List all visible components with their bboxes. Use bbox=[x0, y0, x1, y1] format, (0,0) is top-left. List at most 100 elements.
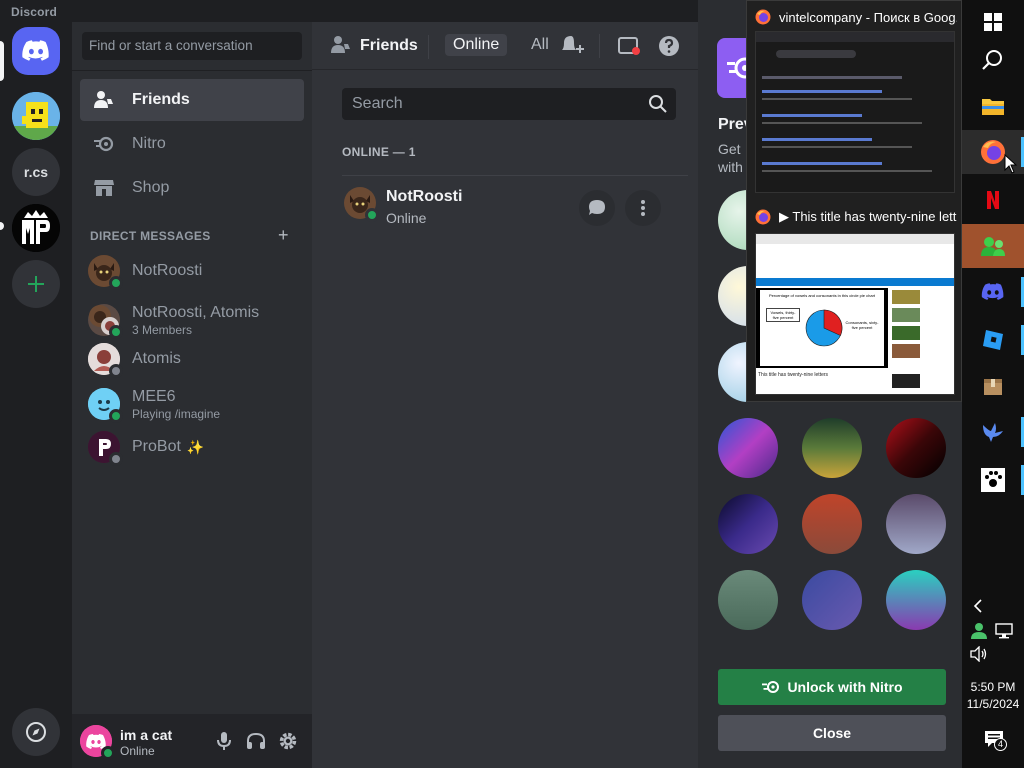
close-button[interactable]: Close bbox=[718, 715, 946, 751]
windows-logo-icon bbox=[984, 13, 1002, 31]
thumb-line bbox=[762, 76, 902, 79]
dm-name: Atomis bbox=[132, 350, 181, 367]
file-explorer-button[interactable] bbox=[962, 84, 1024, 128]
thumb-searchbox bbox=[776, 50, 856, 58]
user-settings-button[interactable] bbox=[276, 729, 300, 753]
home-button[interactable] bbox=[12, 27, 60, 75]
friend-row[interactable]: NotRoosti Online bbox=[342, 182, 688, 244]
server-icon-3[interactable] bbox=[12, 204, 60, 252]
bird-app-button[interactable] bbox=[962, 410, 1024, 454]
theme-swatch[interactable] bbox=[718, 570, 778, 630]
thumb-line bbox=[762, 138, 872, 141]
discover-button[interactable] bbox=[12, 708, 60, 756]
friends-search-input[interactable]: Search bbox=[342, 88, 676, 120]
dm-item-atomis[interactable]: Atomis bbox=[80, 337, 304, 381]
online-count-header: ONLINE — 1 bbox=[342, 145, 416, 159]
server-icon-1[interactable] bbox=[12, 92, 60, 140]
clock[interactable]: 5:50 PM 11/5/2024 bbox=[962, 679, 1024, 713]
microphone-icon bbox=[217, 732, 231, 750]
thumb-line bbox=[762, 122, 922, 124]
dm-name: MEE6 bbox=[132, 387, 176, 405]
friends-topbar: Friends Online All bbox=[312, 22, 698, 70]
panel-text-line2: with bbox=[718, 159, 743, 175]
status-online-indicator bbox=[101, 746, 115, 760]
nav-label-nitro: Nitro bbox=[132, 135, 166, 152]
discord-taskbar-button[interactable] bbox=[962, 270, 1024, 314]
notifications-button[interactable]: 4 bbox=[982, 728, 1007, 751]
panel-text: Get with bbox=[718, 140, 743, 176]
help-icon[interactable] bbox=[657, 34, 681, 58]
meet-now-button[interactable] bbox=[970, 622, 988, 640]
add-friend-icon[interactable] bbox=[560, 34, 584, 58]
server-2-label: r.cs bbox=[23, 164, 49, 180]
plus-icon bbox=[28, 276, 44, 292]
search-button[interactable] bbox=[962, 38, 1024, 82]
deafen-button[interactable] bbox=[244, 729, 268, 753]
thumb-related-video bbox=[892, 344, 920, 358]
thumb-related-video bbox=[892, 290, 920, 304]
avatar bbox=[88, 388, 123, 423]
dm-item-group[interactable]: NotRoosti, Atomis 3 Members bbox=[80, 298, 304, 342]
inbox-icon[interactable] bbox=[617, 34, 641, 58]
preview-thumbnail-1[interactable] bbox=[755, 31, 955, 193]
tab-all[interactable]: All bbox=[531, 36, 549, 54]
show-hidden-icons-button[interactable] bbox=[970, 598, 986, 614]
nav-label-shop: Shop bbox=[132, 179, 170, 196]
nitro-icon bbox=[761, 680, 781, 694]
find-conversation-input[interactable]: Find or start a conversation bbox=[82, 32, 302, 60]
preview-thumbnail-2[interactable]: Percentage of vowels and consonants in t… bbox=[755, 233, 955, 395]
dm-item-probot[interactable]: ProBot ✨ bbox=[80, 425, 304, 469]
network-button[interactable] bbox=[994, 622, 1014, 640]
theme-swatch[interactable] bbox=[802, 570, 862, 630]
theme-swatch[interactable] bbox=[718, 418, 778, 478]
store-app-button[interactable] bbox=[962, 364, 1024, 408]
unlock-nitro-button[interactable]: Unlock with Nitro bbox=[718, 669, 946, 705]
preview-window-1-title[interactable]: vintelcompany - Поиск в Goog... bbox=[755, 7, 957, 27]
nav-item-shop[interactable]: Shop bbox=[80, 167, 304, 209]
discord-icon bbox=[981, 283, 1004, 300]
search-icon bbox=[648, 94, 668, 114]
thumb-video-caption: This title has twenty-nine letters bbox=[758, 372, 829, 378]
preview-window-2-title[interactable]: ▶ This title has twenty-nine lett... bbox=[755, 207, 957, 227]
volume-button[interactable] bbox=[970, 645, 988, 663]
panel-text-line1: Get bbox=[718, 141, 741, 157]
nav-item-nitro[interactable]: Nitro bbox=[80, 123, 304, 165]
chat-app-button[interactable] bbox=[962, 224, 1024, 268]
mute-button[interactable] bbox=[212, 729, 236, 753]
theme-swatch[interactable] bbox=[802, 494, 862, 554]
nav-item-friends[interactable]: Friends bbox=[80, 79, 304, 121]
headphones-icon bbox=[247, 732, 265, 749]
thumb-related-video bbox=[892, 374, 920, 388]
paw-icon bbox=[981, 468, 1005, 492]
theme-swatch[interactable] bbox=[886, 418, 946, 478]
more-options-button[interactable] bbox=[625, 190, 661, 226]
gear-icon bbox=[279, 732, 297, 750]
netflix-button[interactable] bbox=[962, 178, 1024, 222]
create-dm-button[interactable]: + bbox=[278, 225, 289, 246]
theme-swatch[interactable] bbox=[718, 494, 778, 554]
firefox-taskbar-button[interactable] bbox=[962, 130, 1024, 174]
paw-app-button[interactable] bbox=[962, 458, 1024, 502]
user-avatar[interactable] bbox=[80, 725, 115, 760]
message-button[interactable] bbox=[579, 190, 615, 226]
dm-item-mee6[interactable]: MEE6 Playing /imagine bbox=[80, 382, 304, 426]
thumb-highlight-bar bbox=[756, 278, 954, 286]
theme-swatch[interactable] bbox=[802, 418, 862, 478]
server-1-avatar-icon bbox=[12, 92, 60, 140]
dm-item-notroosti[interactable]: NotRoosti bbox=[80, 249, 304, 293]
app-title: Discord bbox=[11, 5, 58, 19]
page-title: Friends bbox=[360, 37, 418, 54]
theme-swatch[interactable] bbox=[886, 570, 946, 630]
server-icon-2[interactable]: r.cs bbox=[12, 148, 60, 196]
theme-swatch[interactable] bbox=[886, 494, 946, 554]
avatar bbox=[88, 431, 123, 466]
nav-label-friends: Friends bbox=[132, 91, 190, 108]
unread-server-pill bbox=[0, 222, 4, 230]
tab-online[interactable]: Online bbox=[445, 34, 508, 56]
user-status: Online bbox=[120, 744, 155, 758]
dm-subtext: 3 Members bbox=[132, 322, 193, 337]
add-server-button[interactable] bbox=[12, 260, 60, 308]
roblox-studio-button[interactable] bbox=[962, 318, 1024, 362]
thumb-video-frame: Percentage of vowels and consonants in t… bbox=[760, 290, 884, 366]
list-divider bbox=[342, 175, 688, 176]
